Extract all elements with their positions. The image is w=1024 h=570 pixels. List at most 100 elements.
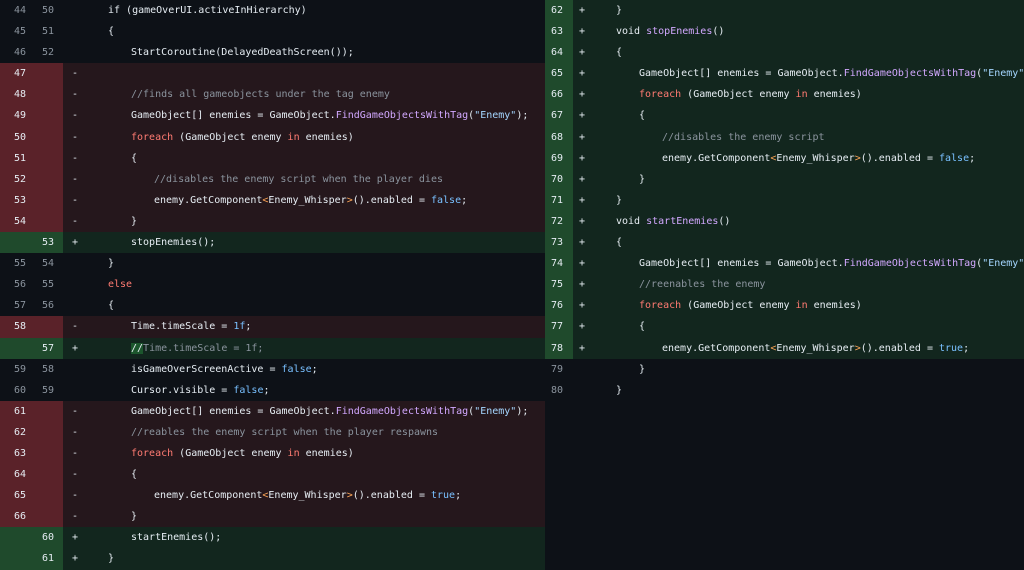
old-line-number[interactable]: 53 [0,190,26,211]
new-line-number[interactable] [26,190,54,211]
diff-line-deleted: 48 - //finds all gameobjects under the tag… [0,84,545,106]
new-line-number[interactable] [26,105,54,126]
old-line-number[interactable]: 63 [0,443,26,464]
new-line-number[interactable]: 52 [26,42,54,63]
old-line-number[interactable]: 46 [0,42,26,63]
old-line-number[interactable]: 58 [0,316,26,337]
old-line-number[interactable]: 44 [0,0,26,21]
diff-line-added: 70 +} [545,168,1024,190]
code-text: { [85,295,114,316]
new-line-number[interactable]: 63 [545,21,563,42]
code-text: GameObject[] enemies = GameObject.FindGa… [85,105,528,126]
new-line-number[interactable] [26,443,54,464]
new-line-number[interactable] [26,211,54,232]
code-token: Enemy_Whisper [776,152,855,164]
new-line-number[interactable]: 77 [545,316,563,337]
new-line-number[interactable]: 55 [26,274,54,295]
new-line-number[interactable]: 65 [545,63,563,84]
code-text: //finds all gameobjects under the tag en… [85,84,390,105]
code-token: GameObject[] enemies = GameObject. [131,110,336,122]
new-line-number[interactable]: 67 [545,105,563,126]
old-line-number[interactable]: 55 [0,253,26,274]
new-line-number[interactable] [26,127,54,148]
old-line-number[interactable]: 57 [0,295,26,316]
diff-line-added: 62 +} [545,0,1024,22]
diff-line-context: 59 58 isGameOverScreenActive = false; [0,358,545,380]
old-line-number[interactable]: 59 [0,359,26,380]
old-line-number[interactable]: 50 [0,127,26,148]
new-line-number[interactable]: 60 [26,527,54,548]
new-line-number[interactable]: 73 [545,232,563,253]
old-line-number[interactable]: 45 [0,21,26,42]
code-token: } [108,258,115,270]
new-line-number[interactable]: 69 [545,148,563,169]
code-token: true [939,342,964,354]
code-text: //reables the enemy script when the play… [85,422,438,443]
new-line-number[interactable]: 61 [26,548,54,569]
new-line-number[interactable]: 53 [26,232,54,253]
old-line-number[interactable]: 47 [0,63,26,84]
old-line-number[interactable]: 66 [0,506,26,527]
new-line-number[interactable]: 76 [545,295,563,316]
code-token: void [616,215,647,227]
new-line-number[interactable]: 58 [26,359,54,380]
new-line-number[interactable]: 66 [545,84,563,105]
diff-line-added: 66 + foreach (GameObject enemy in enemies) [545,84,1024,106]
new-line-number[interactable] [26,63,54,84]
new-line-number[interactable] [26,464,54,485]
new-line-number[interactable]: 70 [545,169,563,190]
code-token: false [281,363,312,375]
old-line-number[interactable]: 65 [0,485,26,506]
new-line-number[interactable]: 62 [545,0,563,21]
old-line-number[interactable]: 56 [0,274,26,295]
new-line-number[interactable]: 50 [26,0,54,21]
new-line-number[interactable] [26,316,54,337]
code-token: enemy.GetComponent [154,490,263,502]
diff-line-added: 61 +} [0,548,545,570]
old-line-number[interactable]: 64 [0,464,26,485]
old-line-number[interactable] [0,527,26,548]
new-line-number[interactable]: 51 [26,21,54,42]
diff-line-deleted: 49- GameObject[] enemies = GameObject.Fin… [0,105,545,127]
old-line-number[interactable]: 60 [0,380,26,401]
code-token: stopEnemies(); [131,237,216,249]
new-line-number[interactable] [26,485,54,506]
diff-marker [72,42,82,63]
new-line-number[interactable] [26,169,54,190]
diff-line-added: 78 + enemy.GetComponent<Enemy_Whisper>().e… [545,337,1024,359]
new-line-number[interactable]: 68 [545,127,563,148]
new-line-number[interactable] [26,84,54,105]
old-line-number[interactable]: 49 [0,105,26,126]
old-line-number[interactable]: 51 [0,148,26,169]
old-line-number[interactable]: 48 [0,84,26,105]
code-token: Cursor.visible = [131,384,234,396]
old-line-number[interactable] [0,338,26,359]
new-line-number[interactable]: 80 [545,380,563,401]
new-line-number[interactable]: 78 [545,338,563,359]
new-line-number[interactable]: 72 [545,211,563,232]
old-line-number[interactable]: 61 [0,401,26,422]
old-line-number[interactable]: 54 [0,211,26,232]
new-line-number[interactable]: 75 [545,274,563,295]
new-line-number[interactable]: 64 [545,42,563,63]
code-text: } [85,253,114,274]
diff-line-context: 56 55 else [0,274,545,296]
code-text: void startEnemies() [593,211,730,232]
old-line-number[interactable]: 52 [0,169,26,190]
new-line-number[interactable] [26,401,54,422]
old-line-number[interactable] [0,548,26,569]
new-line-number[interactable]: 79 [545,359,563,380]
new-line-number[interactable]: 57 [26,338,54,359]
new-line-number[interactable]: 54 [26,253,54,274]
code-token: FindGameObjectsWithTag [335,405,469,417]
new-line-number[interactable] [26,422,54,443]
new-line-number[interactable]: 56 [26,295,54,316]
new-line-number[interactable]: 71 [545,190,563,211]
old-line-number[interactable] [0,232,26,253]
old-line-number[interactable]: 62 [0,422,26,443]
new-line-number[interactable] [26,148,54,169]
code-token: } [616,384,623,396]
new-line-number[interactable]: 59 [26,380,54,401]
new-line-number[interactable] [26,506,54,527]
new-line-number[interactable]: 74 [545,253,563,274]
